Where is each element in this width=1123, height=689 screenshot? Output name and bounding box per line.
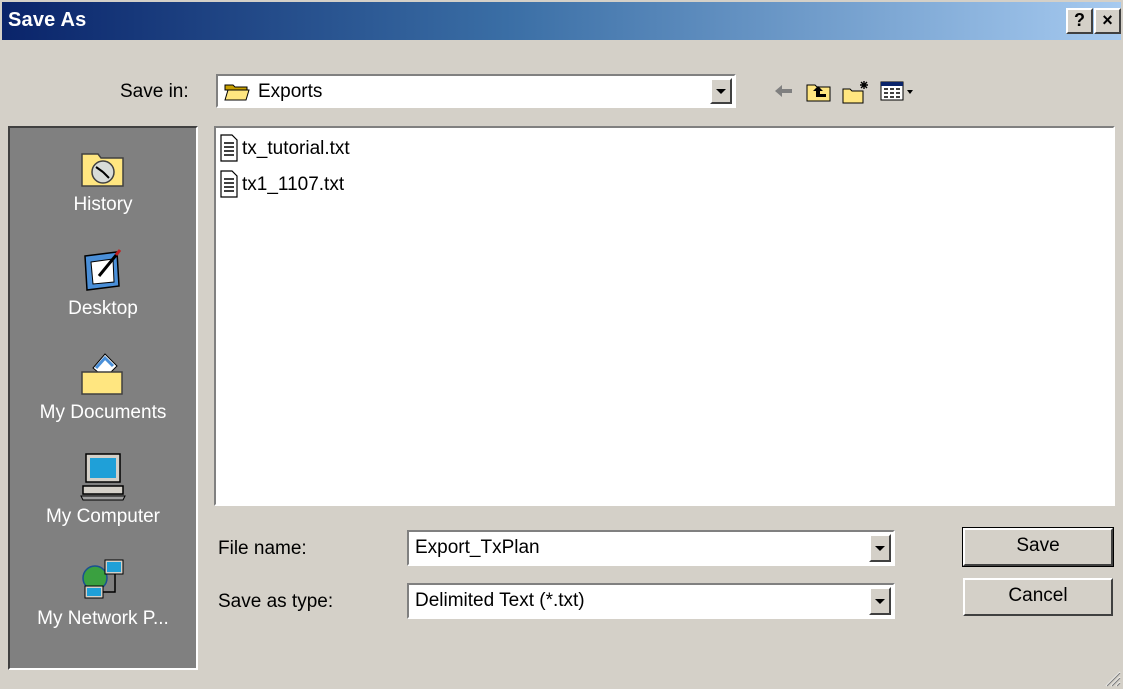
file-list[interactable]: tx_tutorial.txt tx1_1107.txt xyxy=(214,126,1115,506)
save-button[interactable]: Save xyxy=(962,527,1114,567)
file-name-input[interactable]: Export_TxPlan xyxy=(407,530,895,566)
chevron-down-icon xyxy=(875,546,885,551)
save-as-type-dropdown-arrow[interactable] xyxy=(869,587,891,615)
file-name-dropdown-arrow[interactable] xyxy=(869,534,891,562)
file-name-value: Export_TxPlan xyxy=(415,537,540,558)
text-file-icon xyxy=(220,170,238,198)
place-my-computer[interactable]: My Computer xyxy=(10,452,196,528)
view-menu-icon[interactable] xyxy=(880,80,916,102)
up-one-level-icon[interactable] xyxy=(806,80,832,102)
save-in-dropdown-arrow[interactable] xyxy=(710,78,732,104)
dialog-title: Save As xyxy=(8,9,87,31)
place-label-my-documents: My Documents xyxy=(39,402,167,423)
save-as-dialog: Save As ? × Save in: Exports History Des… xyxy=(0,0,1123,689)
my-documents-icon xyxy=(81,353,123,395)
chevron-down-icon xyxy=(716,89,726,94)
help-button[interactable]: ? xyxy=(1066,8,1093,34)
save-as-type-dropdown[interactable]: Delimited Text (*.txt) xyxy=(407,583,895,619)
place-label-my-computer: My Computer xyxy=(45,506,161,527)
place-history[interactable]: History xyxy=(10,142,196,216)
file-name-label: File name: xyxy=(218,538,307,559)
back-icon[interactable] xyxy=(772,80,796,102)
save-as-type-label: Save as type: xyxy=(218,591,334,612)
chevron-down-icon xyxy=(875,599,885,604)
desktop-icon xyxy=(84,249,122,291)
place-label-history: History xyxy=(73,194,133,215)
title-bar[interactable]: Save As ? × xyxy=(2,2,1121,40)
my-computer-icon xyxy=(80,453,126,501)
history-icon xyxy=(81,153,124,187)
cancel-button[interactable]: Cancel xyxy=(963,578,1113,616)
resize-grip-icon[interactable] xyxy=(1103,669,1121,687)
save-in-dropdown[interactable]: Exports xyxy=(216,74,736,108)
cancel-button-label: Cancel xyxy=(1008,585,1068,606)
place-desktop[interactable]: Desktop xyxy=(10,246,196,320)
place-my-network-places[interactable]: My Network P... xyxy=(10,556,196,630)
place-label-desktop: Desktop xyxy=(68,298,138,319)
text-file-icon xyxy=(220,134,238,162)
save-in-label: Save in: xyxy=(120,81,189,102)
my-network-places-icon xyxy=(82,559,124,599)
save-in-value: Exports xyxy=(258,81,323,102)
save-as-type-value: Delimited Text (*.txt) xyxy=(415,590,585,611)
place-label-my-network-places: My Network P... xyxy=(37,608,169,629)
create-new-folder-icon[interactable] xyxy=(842,80,870,104)
places-bar: History Desktop My Documents My Computer… xyxy=(8,126,198,670)
close-button[interactable]: × xyxy=(1094,8,1121,34)
file-name-text: tx_tutorial.txt xyxy=(242,138,350,159)
folder-open-icon xyxy=(224,84,250,101)
place-my-documents[interactable]: My Documents xyxy=(10,350,196,424)
save-button-label: Save xyxy=(1016,535,1060,556)
file-name-text: tx1_1107.txt xyxy=(242,174,345,195)
